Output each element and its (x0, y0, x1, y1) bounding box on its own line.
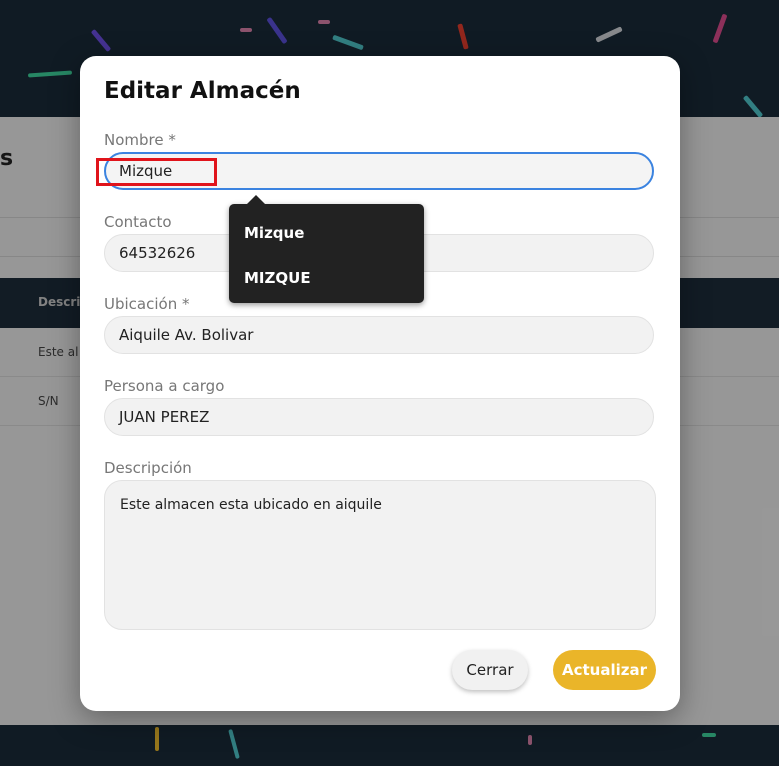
dialog-title: Editar Almacén (104, 78, 301, 104)
persona-label: Persona a cargo (104, 377, 225, 395)
ubicacion-input[interactable]: Aiquile Av. Bolivar (104, 316, 654, 354)
descripcion-textarea[interactable]: Este almacen esta ubicado en aiquile (104, 480, 656, 630)
ubicacion-label: Ubicación * (104, 295, 190, 313)
highlight-annotation (96, 158, 217, 186)
contacto-label: Contacto (104, 213, 172, 231)
autocomplete-option[interactable]: Mizque (244, 224, 304, 242)
persona-input[interactable]: JUAN PEREZ (104, 398, 654, 436)
autocomplete-dropdown: Mizque MIZQUE (229, 195, 424, 303)
autocomplete-option[interactable]: MIZQUE (244, 269, 311, 287)
edit-warehouse-dialog: Editar Almacén Nombre * Mizque Contacto … (80, 56, 680, 711)
descripcion-label: Descripción (104, 459, 192, 477)
nombre-label: Nombre * (104, 131, 176, 149)
update-button[interactable]: Actualizar (553, 650, 656, 690)
close-button[interactable]: Cerrar (452, 650, 528, 690)
